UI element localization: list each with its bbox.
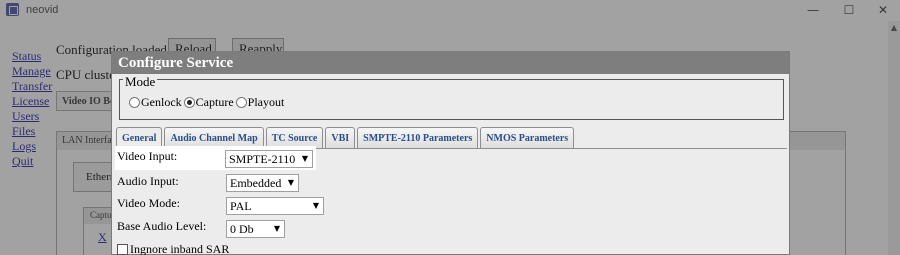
mode-radio-group: Genlock Capture Playout [129, 95, 286, 110]
ignore-inband-sar-label: Ingnore inband SAR [130, 242, 230, 255]
nav-link-quit[interactable]: Quit [12, 154, 52, 169]
tab-audio-channel-map[interactable]: Audio Channel Map [164, 127, 264, 148]
mode-fieldset: Genlock Capture Playout [119, 79, 784, 120]
genlock-radio[interactable] [129, 97, 140, 108]
maximize-icon[interactable]: ☐ [834, 1, 864, 19]
chevron-down-icon: ▼ [273, 224, 280, 233]
video-input-label: Video Input: [117, 149, 178, 163]
scroll-up-icon[interactable]: ▲ [888, 23, 900, 33]
chevron-down-icon: ▼ [287, 178, 294, 187]
video-mode-label: Video Mode: [117, 196, 180, 210]
ignore-inband-sar-checkbox[interactable] [117, 244, 128, 255]
tab-smpte-2110-parameters[interactable]: SMPTE-2110 Parameters [357, 127, 479, 148]
tab-vbi[interactable]: VBI [325, 127, 356, 148]
video-mode-select[interactable]: PAL ▼ [226, 197, 324, 215]
window-title: neovid [26, 4, 59, 16]
nav-link-manage[interactable]: Manage [12, 64, 52, 79]
close-icon[interactable]: ✕ [868, 1, 898, 19]
audio-input-select[interactable]: Embedded ▼ [226, 174, 299, 192]
vertical-scrollbar[interactable]: ▲ [888, 21, 900, 255]
chevron-down-icon: ▼ [301, 154, 308, 163]
nav-link-logs[interactable]: Logs [12, 139, 52, 154]
minimize-icon[interactable]: — [798, 1, 828, 19]
nav-link-license[interactable]: License [12, 94, 52, 109]
video-mode-value: PAL [230, 199, 252, 213]
playout-label: Playout [247, 95, 285, 109]
base-audio-level-label: Base Audio Level: [117, 219, 207, 233]
base-audio-level-value: 0 Db [230, 222, 254, 236]
audio-input-label: Audio Input: [117, 174, 179, 188]
capture-label: Capture [195, 95, 234, 109]
capture-remove-link[interactable]: X [98, 230, 107, 245]
nav-link-transfer[interactable]: Transfer [12, 79, 52, 94]
mode-legend: Mode [123, 74, 158, 90]
tab-tc-source[interactable]: TC Source [265, 127, 324, 148]
chevron-down-icon: ▼ [312, 201, 319, 210]
audio-input-value: Embedded [230, 176, 282, 190]
window-titlebar: neovid — ☐ ✕ [0, 0, 900, 21]
tab-video-io[interactable]: Video IO Bo [56, 91, 116, 111]
dialog-title: Configure Service [112, 52, 789, 74]
video-input-select[interactable]: SMPTE-2110 ▼ [225, 150, 313, 168]
ignore-inband-sar-row: Ingnore inband SAR [117, 242, 229, 255]
base-audio-level-select[interactable]: 0 Db ▼ [226, 220, 285, 238]
nav-link-users[interactable]: Users [12, 109, 52, 124]
genlock-label: Genlock [141, 95, 182, 109]
video-input-value: SMPTE-2110 [229, 152, 296, 166]
capture-radio[interactable] [183, 97, 195, 108]
nav-link-status[interactable]: Status [12, 49, 52, 64]
tab-nmos-parameters[interactable]: NMOS Parameters [480, 127, 575, 148]
app-icon [6, 3, 19, 16]
cpu-cluster-text: CPU cluster [56, 67, 120, 82]
nav-link-files[interactable]: Files [12, 124, 52, 139]
sidebar-nav: Status Manage Transfer License Users Fil… [12, 49, 52, 169]
playout-radio[interactable] [235, 97, 247, 108]
